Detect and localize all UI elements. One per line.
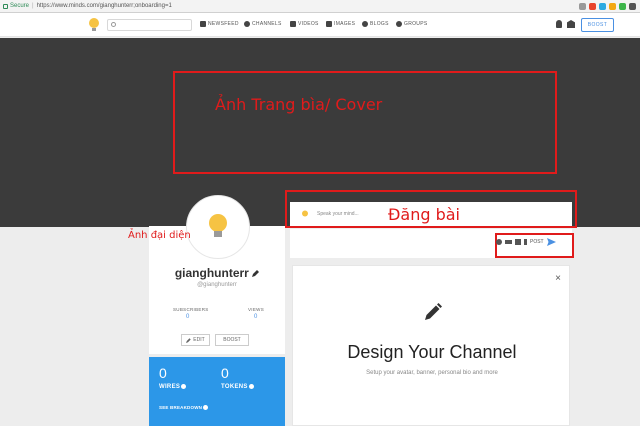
notifications-bell-icon[interactable]: [556, 20, 562, 28]
see-breakdown-link[interactable]: SEE BREAKDOWN: [159, 405, 209, 411]
extension-icon[interactable]: [599, 2, 606, 10]
info-icon[interactable]: [181, 384, 187, 389]
extension-icon[interactable]: [619, 2, 626, 10]
nav-blogs[interactable]: BLOGS: [362, 21, 389, 27]
browser-address-bar: Secure | https://www.minds.com/gianghunt…: [0, 0, 640, 13]
nav-channels[interactable]: CHANNELS: [244, 21, 282, 27]
wires-label: WIRES: [159, 384, 187, 391]
groups-icon: [396, 21, 402, 27]
post-annotation: Đăng bài: [388, 205, 460, 224]
url-separator: |: [32, 3, 34, 9]
views-count[interactable]: 0: [254, 314, 257, 320]
channel-handle: @gianghunterr: [197, 282, 237, 288]
lightning-icon[interactable]: [524, 239, 527, 245]
username-text: gianghunterr: [174, 266, 249, 280]
video-icon: [290, 21, 296, 27]
nav-channels-label: CHANNELS: [252, 21, 282, 27]
nav-images[interactable]: IMAGES: [326, 21, 355, 27]
bookmark-star-icon[interactable]: [579, 2, 586, 10]
wires-count: 0: [159, 365, 167, 381]
post-actions: POST: [496, 238, 556, 246]
channel-username: gianghunterr: [149, 266, 285, 280]
tokens-count: 0: [221, 365, 229, 381]
edit-pencil-icon[interactable]: [252, 270, 260, 277]
wallet-bank-icon[interactable]: [567, 20, 575, 28]
views-label: VIEWS: [248, 307, 265, 312]
nav-groups[interactable]: GROUPS: [396, 21, 427, 27]
nav-videos[interactable]: VIDEOS: [290, 21, 319, 27]
top-navigation: NEWSFEED CHANNELS VIDEOS IMAGES BLOGS GR…: [0, 13, 640, 37]
boost-channel-button[interactable]: BOOST: [215, 334, 249, 346]
tokens-label: TOKENS: [221, 384, 254, 390]
blog-icon: [362, 21, 368, 27]
secure-label: Secure: [10, 3, 30, 9]
lightbulb-avatar-icon: [209, 214, 227, 237]
nav-blogs-label: BLOGS: [370, 21, 389, 27]
share-icon[interactable]: [496, 239, 502, 245]
edit-button-label: EDIT: [193, 337, 205, 343]
avatar[interactable]: [186, 195, 250, 259]
search-input[interactable]: [107, 19, 192, 31]
avatar-annotation: Ảnh đại diện: [128, 230, 191, 241]
nav-images-label: IMAGES: [334, 21, 356, 27]
people-icon: [244, 21, 250, 27]
minds-logo-icon[interactable]: [88, 17, 100, 33]
design-card-title: Design Your Channel: [347, 342, 517, 362]
design-card-subtitle: Setup your avatar, banner, personal bio …: [366, 370, 498, 376]
boost-button[interactable]: BOOST: [581, 18, 614, 32]
lock-icon: [3, 3, 8, 9]
tokens-label-text: TOKENS: [221, 384, 248, 391]
cover-annotation: Ảnh Trang bìa/ Cover: [215, 95, 383, 114]
cover-highlight-box: [173, 71, 557, 174]
info-icon[interactable]: [248, 384, 254, 389]
nav-videos-label: VIDEOS: [298, 21, 319, 27]
extension-icon[interactable]: [609, 2, 616, 10]
url-field[interactable]: https://www.minds.com/gianghunterr;onboa…: [37, 3, 172, 9]
nav-groups-label: GROUPS: [404, 21, 428, 27]
nsfw-icon[interactable]: [505, 240, 512, 244]
menu-icon[interactable]: [629, 2, 636, 10]
pencil-icon: [186, 337, 191, 343]
home-icon: [200, 21, 206, 27]
image-icon: [326, 21, 332, 27]
search-icon: [111, 22, 116, 27]
edit-button[interactable]: EDIT: [181, 334, 210, 346]
subscribers-label: SUBSCRIBERS: [173, 307, 209, 312]
close-icon[interactable]: ×: [555, 274, 561, 284]
send-icon[interactable]: [546, 238, 556, 246]
subscribers-count[interactable]: 0: [186, 314, 189, 320]
pencil-icon: [425, 303, 442, 320]
design-channel-card: × Design Your Channel Setup your avatar,…: [292, 265, 570, 426]
post-button[interactable]: POST: [530, 239, 544, 245]
wallet-panel: 0 WIRES 0 TOKENS SEE BREAKDOWN: [149, 357, 285, 426]
wires-label-text: WIRES: [159, 384, 181, 391]
nav-newsfeed[interactable]: NEWSFEED: [200, 21, 239, 27]
info-icon: [203, 405, 209, 411]
see-breakdown-text: SEE BREAKDOWN: [159, 405, 203, 410]
monetize-icon[interactable]: [515, 239, 521, 245]
nav-newsfeed-label: NEWSFEED: [208, 21, 239, 27]
extension-icons: [579, 2, 636, 10]
extension-icon[interactable]: [589, 2, 596, 10]
